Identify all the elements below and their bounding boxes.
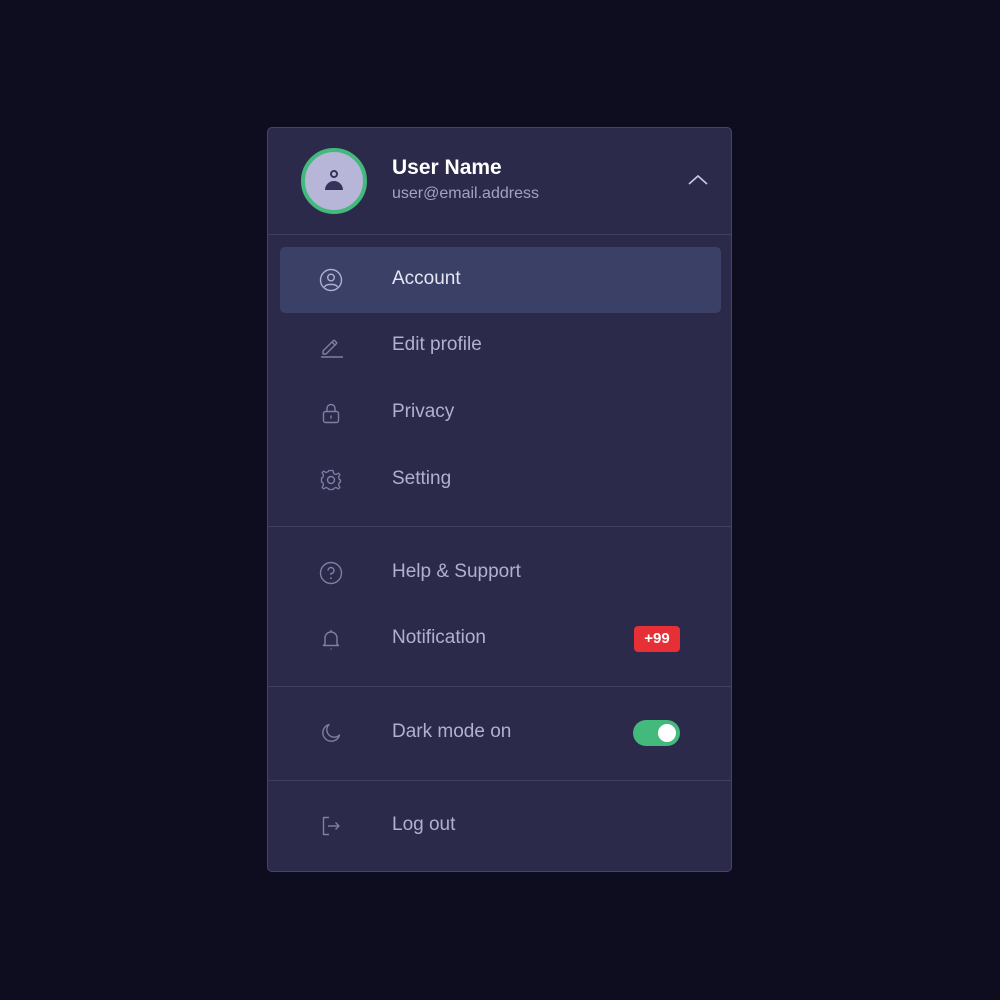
menu-item-log-out[interactable]: Log out	[280, 793, 721, 859]
dark-mode-toggle[interactable]	[633, 720, 680, 746]
menu-item-label: Help & Support	[392, 561, 521, 582]
menu-item-privacy[interactable]: Privacy	[280, 380, 721, 446]
user-menu-panel: User Name user@email.address Account Edi…	[267, 127, 732, 872]
menu-item-setting[interactable]: Setting	[280, 447, 721, 513]
chevron-up-icon	[688, 174, 708, 185]
menu-item-label: Dark mode on	[392, 721, 512, 742]
menu-item-label: Privacy	[392, 401, 455, 422]
user-email: user@email.address	[392, 185, 539, 202]
menu-item-label: Account	[392, 268, 461, 289]
menu-item-help-support[interactable]: Help & Support	[280, 540, 721, 606]
avatar[interactable]	[301, 148, 367, 214]
notification-badge: +99	[634, 626, 680, 652]
menu-item-notification[interactable]: Notification +99	[280, 606, 721, 672]
toggle-knob	[658, 724, 676, 742]
collapse-button[interactable]	[684, 170, 712, 190]
user-name: User Name	[392, 156, 502, 179]
menu-item-dark-mode[interactable]: Dark mode on	[280, 700, 721, 766]
menu-item-label: Edit profile	[392, 334, 482, 355]
user-circle-icon	[319, 268, 343, 292]
menu-item-account[interactable]: Account	[280, 247, 721, 313]
pencil-icon	[321, 339, 343, 358]
gear-icon	[320, 469, 342, 491]
question-circle-icon	[319, 561, 343, 585]
logout-icon	[322, 816, 340, 836]
divider	[268, 780, 731, 781]
bell-icon	[322, 630, 340, 650]
divider	[268, 526, 731, 527]
user-header: User Name user@email.address	[268, 128, 731, 235]
menu-item-label: Log out	[392, 814, 456, 835]
menu-item-label: Setting	[392, 468, 452, 489]
lock-icon	[322, 403, 340, 424]
menu-item-label: Notification	[392, 627, 486, 648]
moon-icon	[322, 723, 341, 742]
menu-item-edit-profile[interactable]: Edit profile	[280, 313, 721, 379]
divider	[268, 686, 731, 687]
user-avatar-icon	[325, 170, 343, 190]
